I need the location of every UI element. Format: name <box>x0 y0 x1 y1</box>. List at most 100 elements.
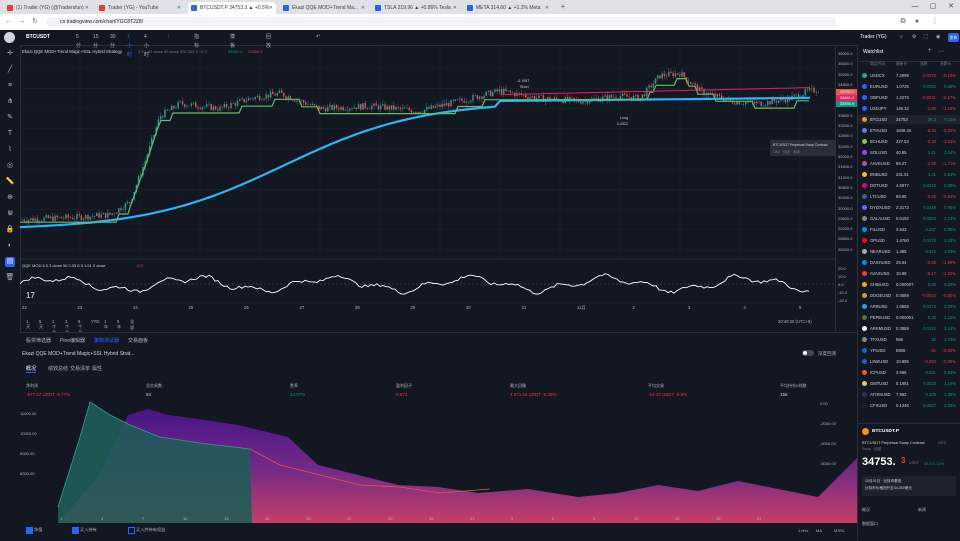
pattern-icon[interactable]: ⌇ <box>5 145 15 155</box>
watchlist-row[interactable]: ATOMUSD 7.952 0.106 1.35% <box>858 390 960 399</box>
url-input[interactable]: cn.tradingview.com/chart/YGC8T2Z8/ <box>46 17 836 27</box>
legend-checkbox-2[interactable] <box>128 527 135 534</box>
minimize-icon[interactable]: — <box>906 0 924 14</box>
close-tab-icon[interactable]: ✕ <box>453 2 457 14</box>
reload-icon[interactable]: ↻ <box>30 17 40 27</box>
publish-button[interactable]: 发布 <box>948 33 959 42</box>
watchlist-row[interactable]: DYDXUSD 2.3173 0.0219 0.95% <box>858 203 960 212</box>
trendline-icon[interactable]: ╱ <box>5 65 15 75</box>
legend-checkbox-1[interactable] <box>72 527 79 534</box>
panel-tab-1[interactable]: Pine编辑器 <box>60 337 85 344</box>
watchlist-row[interactable]: DOTUSD 4.6977 0.0216 0.46% <box>858 181 960 190</box>
qqe-legend[interactable]: QQE MOD 6 5 3 close 50 0.35 6 5 1.61 3 c… <box>22 263 106 268</box>
zoom-icon[interactable]: ⊕ <box>5 193 15 203</box>
brush-icon[interactable]: ✎ <box>5 113 15 123</box>
detail-tab-news[interactable]: 新闻 <box>918 507 926 513</box>
layout-name[interactable]: Trader (YG) <box>860 33 886 42</box>
close-tab-icon[interactable]: ✕ <box>85 2 89 14</box>
fullscreen-icon[interactable]: ⛶ <box>924 33 928 42</box>
back-icon[interactable]: ← <box>4 17 14 27</box>
browser-tab-2[interactable]: BTCUSDT.P 34753.3 ▲ +0.5% ✕ <box>188 2 276 14</box>
range-8[interactable]: 全部 <box>130 319 134 331</box>
browser-tab-1[interactable]: Trader (YG) - YouTube ✕ <box>96 2 184 14</box>
watchlist-settings-icon[interactable]: ⋯ <box>938 48 944 55</box>
undo-icon[interactable]: ↶ <box>316 33 320 42</box>
deep-backtest-toggle[interactable] <box>802 350 814 356</box>
detail-tab-overview[interactable]: 概况 <box>862 507 870 513</box>
watchlist-row[interactable]: AVAXUSD 10.98 -0.17 -1.52% <box>858 269 960 278</box>
visibility-icon[interactable]: ◐ <box>5 241 15 251</box>
watchlist-row[interactable]: LINKUSD 10.895 -0.094 -0.86% <box>858 357 960 366</box>
subtab-3[interactable]: 属性 <box>92 365 102 372</box>
range-5[interactable]: YTD <box>91 319 99 324</box>
watchlist-row[interactable]: GALAUSD 0.0192 0.0004 2.13% <box>858 214 960 223</box>
add-symbol-icon[interactable]: + <box>928 48 932 54</box>
panel-tab-0[interactable]: 股票筛选器 <box>26 337 51 344</box>
watchlist-row[interactable]: PEPEUSD 0.000001 0.00 1.20% <box>858 313 960 322</box>
trash-icon[interactable]: 🗑 <box>5 273 15 283</box>
watchlist-row[interactable]: ICPUSD 3.996 0.021 0.53% <box>858 368 960 377</box>
maximize-icon[interactable]: ▢ <box>924 0 942 14</box>
watchlist-row[interactable]: BNBUSD 231.91 1.41 0.61% <box>858 170 960 179</box>
data-window-link[interactable]: 数据窗口 <box>862 521 878 527</box>
equity-chart[interactable]: 11000.00 10000.00 9000.00 8000.00 0.00 -2000.… <box>20 397 857 523</box>
detail-symbol[interactable]: BTCUSDT.P <box>872 429 899 434</box>
panel-tab-2[interactable]: 策略测试器 <box>94 337 119 344</box>
watchlist-row[interactable]: GMTUSD 0.1961 0.0023 1.19% <box>858 379 960 388</box>
interval-4[interactable]: 4小时 <box>144 33 149 58</box>
settings-icon[interactable]: ⚙ <box>912 33 916 42</box>
watchlist-col-header[interactable]: 商品代码 <box>870 62 885 67</box>
extensions-icon[interactable]: ⧉ <box>898 17 908 27</box>
forward-icon[interactable]: → <box>17 17 27 27</box>
watchlist-row[interactable]: FILUSD 3.943 0.037 0.95% <box>858 225 960 234</box>
watchlist-row[interactable]: USDCX 7.2999 -0.0073 -0.10% <box>858 71 960 80</box>
interval-1[interactable]: 15分 <box>93 33 99 49</box>
strategy-name[interactable]: Ekazi QQE MOD+Trend Magic+SSL Hybrid Str… <box>22 351 134 357</box>
bottom-right-item-0[interactable]: 1.0Hz <box>798 528 808 533</box>
search-icon[interactable]: ⌕ <box>900 33 903 42</box>
browser-tab-3[interactable]: Ekazi QQE MOD+Trend Ma... ✕ <box>280 2 368 14</box>
snapshot-icon[interactable]: ◉ <box>936 33 940 42</box>
watchlist-row[interactable]: CFXUSD 0.1346 0.0027 2.05% <box>858 401 960 410</box>
horizontal-line-icon[interactable]: ≡ <box>5 81 15 91</box>
interval-2[interactable]: 30分 <box>110 33 116 49</box>
interval-0[interactable]: 5分 <box>76 33 81 49</box>
watchlist-row[interactable]: EURUSD 1.0725 0.0052 0.49% <box>858 82 960 91</box>
text-icon[interactable]: T <box>5 129 15 139</box>
watchlist-row[interactable]: SHIBUSD 0.000007 0.00 0.29% <box>858 280 960 289</box>
crosshair-icon[interactable]: ✛ <box>5 49 15 59</box>
price-chart[interactable]: Ekazi QQE MOD+Trend Magic+SSL Hybrid Str… <box>20 45 835 332</box>
price-scale[interactable]: 36000.035600.035200.034800.034400.034000… <box>835 45 858 332</box>
range-1[interactable]: 5天 <box>39 319 43 330</box>
toolbar-item-2[interactable]: 回放 <box>266 33 271 49</box>
watchlist-row[interactable]: DASHUSD 29.54 -0.59 -1.96% <box>858 258 960 267</box>
watchlist-row[interactable]: SOLUSD 40.95 1.21 3.04% <box>858 148 960 157</box>
watchlist-row[interactable]: ARKMUSD 0.3889 0.0122 3.24% <box>858 324 960 333</box>
watchlist-title[interactable]: Watchlist <box>863 49 883 55</box>
interval-3[interactable]: 1小时 <box>127 33 132 58</box>
watchlist-row[interactable]: LTCUSD 69.85 -0.45 -0.64% <box>858 192 960 201</box>
subtab-2[interactable]: 交易清单 <box>70 365 90 372</box>
range-6[interactable]: 1年 <box>104 319 108 330</box>
watchlist-row[interactable]: USDJPY 149.32 -1.80 -1.19% <box>858 104 960 113</box>
new-tab-button[interactable]: + <box>558 2 568 12</box>
toolbar-item-0[interactable]: 指标 <box>194 33 199 49</box>
close-tab-icon[interactable]: ✕ <box>545 2 549 14</box>
range-0[interactable]: 1天 <box>26 319 30 330</box>
prediction-icon[interactable]: ◎ <box>5 161 15 171</box>
chart-type-icon[interactable]: ⫶ <box>168 33 169 42</box>
watchlist-row[interactable]: DOGEUSD 0.0669 -0.0004 -0.60% <box>858 291 960 300</box>
browser-tab-5[interactable]: META 314.60 ▲ +1.2% Meta ✕ <box>464 2 552 14</box>
watchlist-row[interactable]: NEARUSD 1.395 0.015 1.09% <box>858 247 960 256</box>
watchlist-row[interactable]: BTCUSD 34753 38.3 0.11% <box>858 115 960 125</box>
panel-tab-3[interactable]: 交易面板 <box>128 337 148 344</box>
close-tab-icon[interactable]: ✕ <box>177 2 181 14</box>
watchlist-row[interactable]: ETHUSD 1838.32 -6.34 -0.34% <box>858 126 960 135</box>
browser-tab-0[interactable]: (1) Trader (YG) (@Tradersfun) ✕ <box>4 2 92 14</box>
pitchfork-icon[interactable]: ⋔ <box>5 97 15 107</box>
watchlist-row[interactable]: ARBUSD 1.0859 0.0274 2.59% <box>858 302 960 311</box>
close-tab-icon[interactable]: ✕ <box>361 2 365 14</box>
lock-drawings-icon[interactable]: 🔒 <box>5 225 15 235</box>
watchlist-row[interactable]: TFXUSD 556 20 3.73% <box>858 335 960 344</box>
watchlist-row[interactable]: OPUSD 1.4760 0.0475 3.32% <box>858 236 960 245</box>
